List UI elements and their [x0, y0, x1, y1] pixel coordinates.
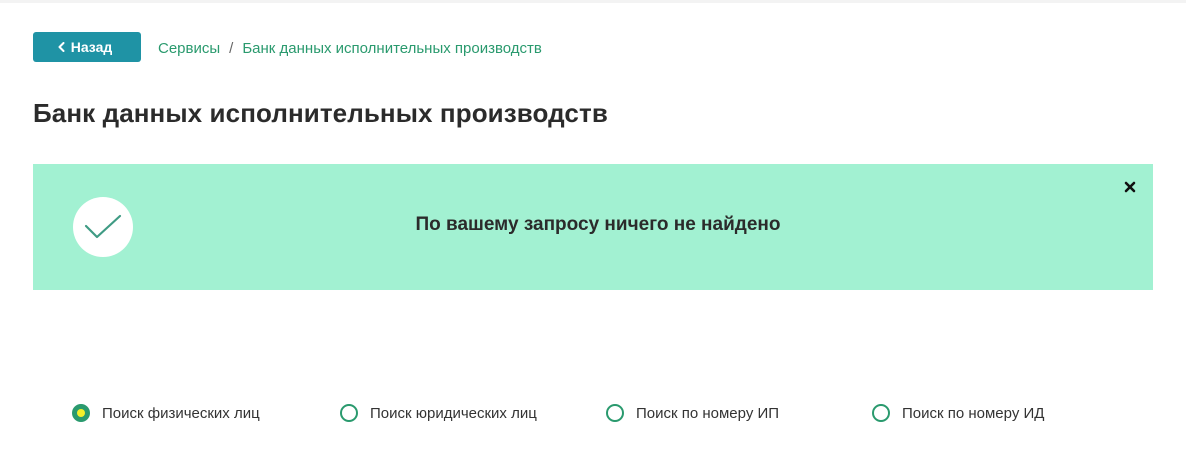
breadcrumb: Сервисы / Банк данных исполнительных про… — [158, 40, 542, 57]
radio-button-checked[interactable] — [72, 404, 90, 422]
radio-button[interactable] — [872, 404, 890, 422]
radio-search-by-ip-number[interactable]: Поиск по номеру ИП — [606, 402, 779, 424]
radio-search-legal-entities[interactable]: Поиск юридических лиц — [340, 402, 537, 424]
radio-label: Поиск юридических лиц — [370, 404, 537, 422]
back-button[interactable]: Назад — [33, 32, 141, 62]
alert-message: По вашему запросу ничего не найдено — [415, 214, 781, 235]
radio-button[interactable] — [606, 404, 624, 422]
result-alert: По вашему запросу ничего не найдено — [33, 164, 1153, 290]
top-strip — [0, 0, 1186, 3]
radio-search-by-id-number[interactable]: Поиск по номеру ИД — [872, 402, 1044, 424]
chevron-left-icon — [58, 42, 65, 52]
close-icon[interactable] — [1124, 180, 1136, 193]
page-title: Банк данных исполнительных производств — [33, 98, 608, 128]
nav-row: Назад Сервисы / Банк данных исполнительн… — [33, 32, 542, 63]
radio-label: Поиск по номеру ИП — [636, 404, 780, 422]
radio-label: Поиск физических лиц — [102, 404, 260, 422]
back-button-label: Назад — [70, 39, 113, 55]
radio-search-individuals[interactable]: Поиск физических лиц — [72, 402, 260, 424]
radio-label: Поиск по номеру ИД — [902, 404, 1045, 422]
breadcrumb-separator: / — [229, 39, 234, 57]
radio-dot — [77, 409, 85, 417]
radio-button[interactable] — [340, 404, 358, 422]
breadcrumb-link-current[interactable]: Банк данных исполнительных производств — [242, 40, 542, 57]
breadcrumb-link-services[interactable]: Сервисы — [158, 40, 220, 57]
